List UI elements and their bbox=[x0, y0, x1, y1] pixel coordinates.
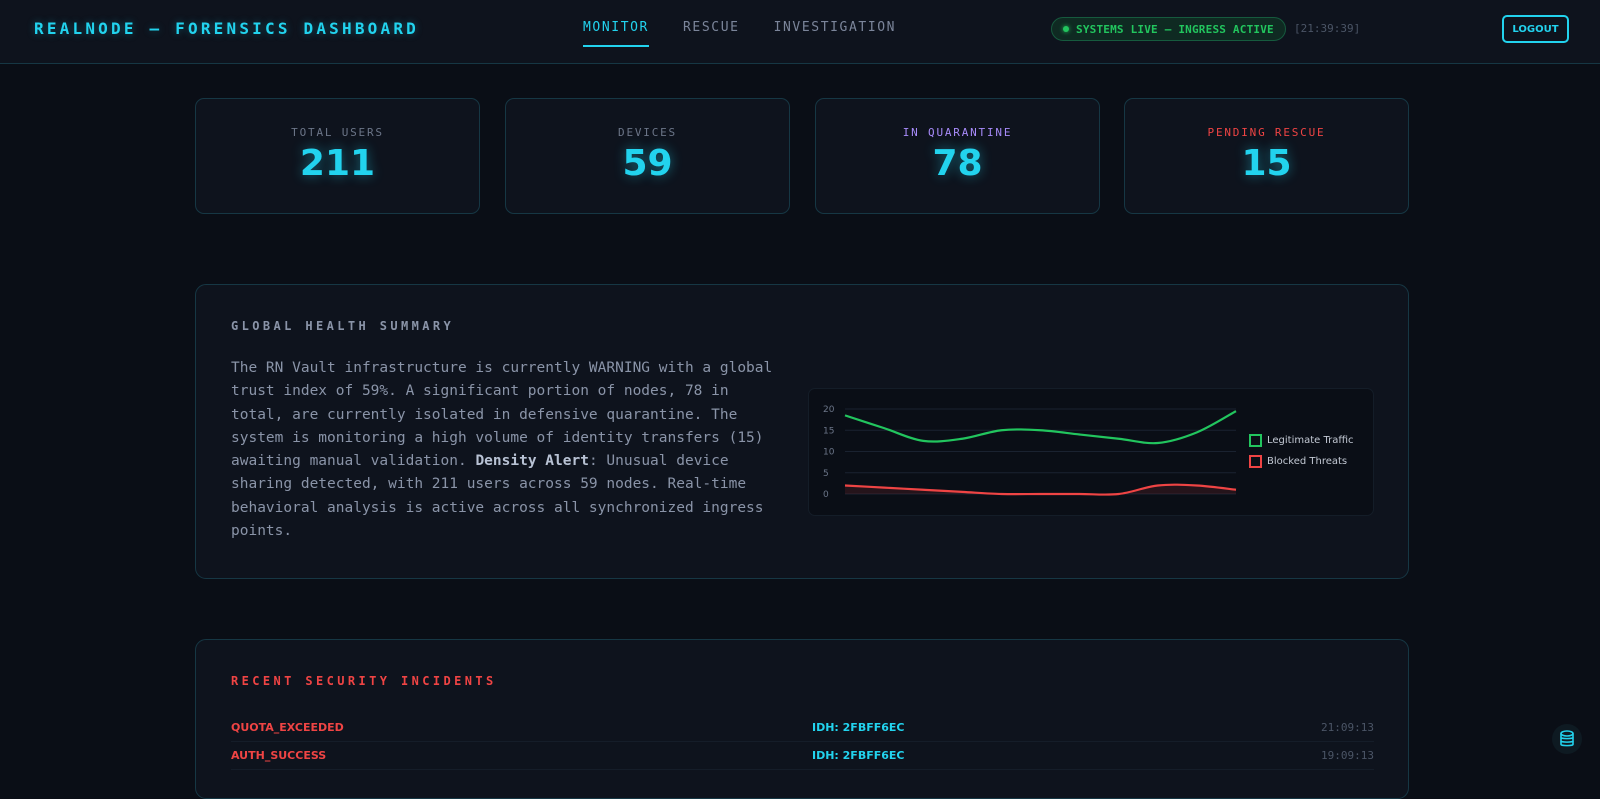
stat-value: 15 bbox=[1241, 143, 1292, 184]
y-tick-label: 15 bbox=[823, 426, 834, 436]
stat-label: DEVICES bbox=[618, 126, 677, 139]
incident-row[interactable]: QUOTA_EXCEEDED IDH: 2FBFF6EC 21:09:13 bbox=[231, 714, 1374, 742]
density-alert-label: Density Alert bbox=[475, 453, 589, 470]
incident-row[interactable]: AUTH_SUCCESS IDH: 2FBFF6EC 19:09:13 bbox=[231, 742, 1374, 770]
incidents-title: RECENT SECURITY INCIDENTS bbox=[231, 674, 497, 688]
system-status-text: SYSTEMS LIVE — INGRESS ACTIVE bbox=[1076, 22, 1274, 36]
logout-button[interactable]: LOGOUT bbox=[1502, 15, 1569, 43]
database-icon bbox=[1560, 730, 1574, 747]
main-nav: MONITOR RESCUE INVESTIGATION bbox=[583, 20, 930, 47]
stat-value: 78 bbox=[932, 143, 983, 184]
top-bar: REALNODE — FORENSICS DASHBOARD MONITOR R… bbox=[0, 0, 1600, 64]
legend-swatch-red bbox=[1249, 455, 1262, 468]
stat-card-devices: DEVICES 59 bbox=[505, 98, 790, 214]
tab-rescue[interactable]: RESCUE bbox=[683, 20, 740, 47]
incident-time: 21:09:13 bbox=[1321, 721, 1374, 734]
incident-type: AUTH_SUCCESS bbox=[231, 749, 327, 762]
stat-label: PENDING RESCUE bbox=[1207, 126, 1326, 139]
legend-swatch-green bbox=[1249, 434, 1262, 447]
legend-item-blocked[interactable]: Blocked Threats bbox=[1249, 455, 1354, 468]
incident-time: 19:09:13 bbox=[1321, 749, 1374, 762]
incidents-panel: RECENT SECURITY INCIDENTS QUOTA_EXCEEDED… bbox=[195, 639, 1409, 799]
brand-title: REALNODE — FORENSICS DASHBOARD bbox=[34, 19, 419, 38]
stat-card-total-users: TOTAL USERS 211 bbox=[195, 98, 480, 214]
system-status-badge: SYSTEMS LIVE — INGRESS ACTIVE bbox=[1051, 17, 1286, 41]
clock: [21:39:39] bbox=[1294, 22, 1361, 35]
stat-card-quarantine: IN QUARANTINE 78 bbox=[815, 98, 1100, 214]
y-tick-label: 10 bbox=[823, 448, 835, 458]
stat-card-pending-rescue: PENDING RESCUE 15 bbox=[1124, 98, 1409, 214]
y-tick-label: 5 bbox=[823, 469, 829, 479]
legend-item-legitimate[interactable]: Legitimate Traffic bbox=[1249, 434, 1354, 447]
stat-value: 211 bbox=[299, 143, 376, 184]
status-dot-icon bbox=[1063, 26, 1069, 32]
health-summary-panel: GLOBAL HEALTH SUMMARY The RN Vault infra… bbox=[195, 284, 1409, 579]
incident-id: IDH: 2FBFF6EC bbox=[812, 749, 905, 762]
y-tick-label: 0 bbox=[823, 490, 829, 500]
series-line-legitimate bbox=[844, 410, 1237, 445]
tab-monitor[interactable]: MONITOR bbox=[583, 20, 649, 47]
y-tick-label: 20 bbox=[823, 405, 835, 415]
database-button[interactable] bbox=[1552, 724, 1582, 754]
tab-investigation[interactable]: INVESTIGATION bbox=[774, 20, 897, 47]
legend-label: Blocked Threats bbox=[1267, 456, 1348, 467]
health-summary-text: The RN Vault infrastructure is currently… bbox=[231, 357, 781, 543]
stat-label: IN QUARANTINE bbox=[902, 126, 1013, 139]
traffic-chart: 20 15 10 5 0 Legitimate Traffic Blocked Thre… bbox=[808, 388, 1374, 516]
legend-label: Legitimate Traffic bbox=[1267, 435, 1354, 446]
incident-id: IDH: 2FBFF6EC bbox=[812, 721, 905, 734]
stat-label: TOTAL USERS bbox=[291, 126, 384, 139]
stat-value: 59 bbox=[622, 143, 673, 184]
health-title: GLOBAL HEALTH SUMMARY bbox=[231, 319, 455, 333]
incident-type: QUOTA_EXCEEDED bbox=[231, 721, 344, 734]
chart-legend: Legitimate Traffic Blocked Threats bbox=[1249, 434, 1354, 476]
